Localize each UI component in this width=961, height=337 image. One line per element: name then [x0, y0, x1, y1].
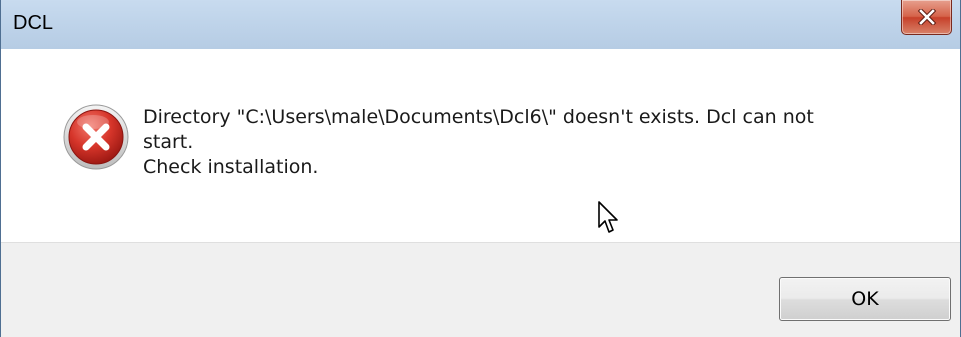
- ok-button[interactable]: OK: [779, 277, 951, 321]
- error-message: Directory "C:\Users\male\Documents\Dcl6\…: [143, 105, 923, 180]
- error-dialog: DCL Directory "C:\Users\male\Documents\D…: [0, 0, 961, 337]
- message-line-1: Directory "C:\Users\male\Documents\Dcl6\…: [143, 106, 814, 128]
- window-title: DCL: [13, 12, 54, 34]
- error-icon: [63, 104, 129, 170]
- close-icon: [917, 9, 936, 25]
- button-bar: OK: [1, 242, 960, 337]
- message-area: Directory "C:\Users\male\Documents\Dcl6\…: [1, 49, 960, 242]
- close-button[interactable]: [901, 0, 952, 35]
- mouse-pointer-icon: [598, 201, 618, 233]
- message-line-3: Check installation.: [143, 156, 319, 178]
- message-line-2: start.: [143, 131, 194, 153]
- title-bar[interactable]: DCL: [1, 0, 960, 49]
